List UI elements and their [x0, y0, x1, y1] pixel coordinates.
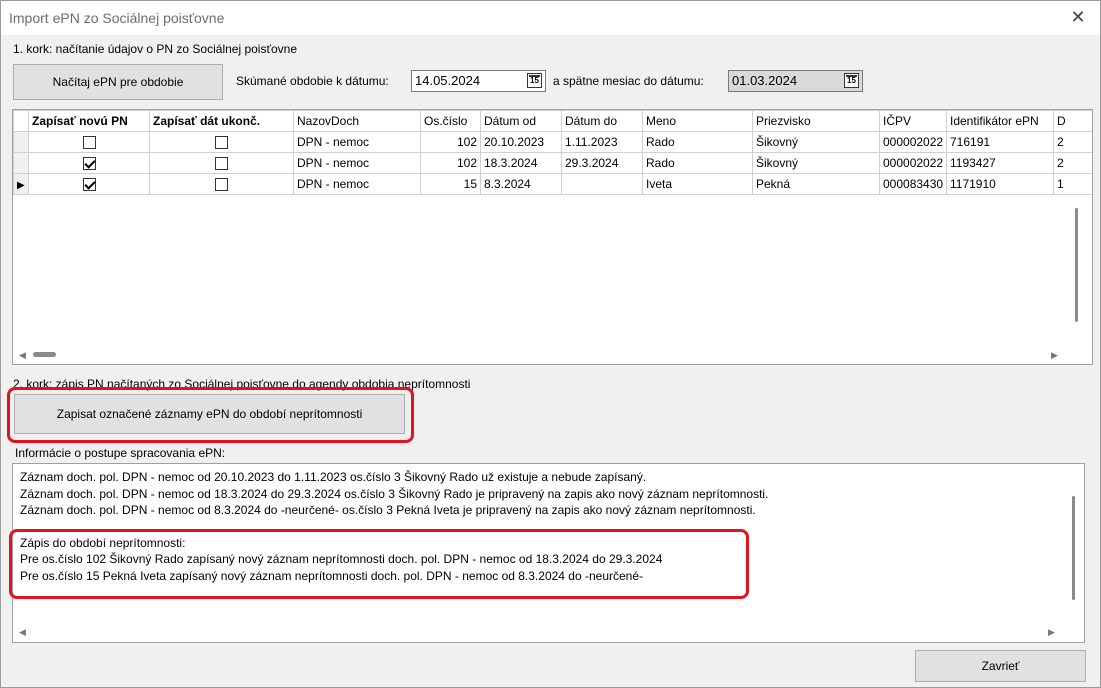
- table-cell-nazov: DPN - nemoc: [293, 173, 421, 195]
- step1-label: 1. kork: načítanie údajov o PN zo Sociál…: [13, 42, 297, 56]
- table-cell-d: 1: [1053, 173, 1092, 195]
- col-meno[interactable]: Meno: [642, 110, 753, 132]
- date-label: Skúmané obdobie k dátumu:: [236, 74, 389, 88]
- close-icon[interactable]: ✕: [1068, 7, 1088, 27]
- info-label: Informácie o postupe spracovania ePN:: [15, 446, 226, 460]
- table-cell-do: 29.3.2024: [561, 152, 643, 174]
- close-button[interactable]: Zavrieť: [915, 650, 1086, 682]
- col-os-cislo[interactable]: Os.číslo: [420, 110, 481, 132]
- checkbox-cell: [149, 131, 294, 153]
- current-row-arrow-icon: ▶: [17, 180, 25, 191]
- table-cell-od: 8.3.2024: [480, 173, 562, 195]
- table-cell-epn: 716191: [946, 131, 1054, 153]
- col-d[interactable]: D: [1053, 110, 1092, 132]
- table-cell-priezvisko: Šikovný: [752, 131, 880, 153]
- table-cell-os: 15: [420, 173, 481, 195]
- date-picker[interactable]: 14.05.2024 15: [411, 70, 546, 92]
- date-value: 14.05.2024: [415, 73, 481, 88]
- end-date-checkbox[interactable]: [215, 136, 228, 150]
- checkbox-cell: [28, 173, 150, 195]
- table-cell-od: 20.10.2023: [480, 131, 562, 153]
- table-cell-epn: 1193427: [946, 152, 1054, 174]
- row-selector[interactable]: ▶: [13, 173, 29, 195]
- table-cell-do: [561, 173, 643, 195]
- grid-horizontal-scrollbar[interactable]: [33, 352, 56, 357]
- new-pn-checkbox[interactable]: [82, 136, 96, 150]
- table-cell-icpv: 000083430: [879, 173, 947, 195]
- table-cell-priezvisko: Pekná: [752, 173, 880, 195]
- table-cell-priezvisko: Šikovný: [752, 152, 880, 174]
- grid-header: Zapísať novú PN Zapísať dát ukonč. Nazov…: [13, 110, 1092, 132]
- scroll-left-icon[interactable]: ◀: [19, 350, 26, 361]
- checkbox-cell: [149, 173, 294, 195]
- log-vertical-scrollbar[interactable]: [1072, 496, 1075, 600]
- table-row[interactable]: ▶ DPN - nemoc 15 8.3.2024 Iveta Pekná 00008343…: [13, 173, 1092, 195]
- table-cell-meno: Iveta: [642, 173, 753, 195]
- calendar-icon: 15: [844, 73, 859, 88]
- grid-vertical-scrollbar[interactable]: [1075, 208, 1078, 322]
- table-cell-meno: Rado: [642, 131, 753, 153]
- highlight-result-lines: [9, 529, 749, 599]
- col-icpv[interactable]: IČPV: [879, 110, 947, 132]
- row-selector[interactable]: [13, 152, 29, 174]
- end-date-checkbox[interactable]: [215, 178, 228, 192]
- table-cell-os: 102: [420, 131, 481, 153]
- window-title: Import ePN zo Sociálnej poisťovne: [9, 10, 225, 26]
- table-cell-d: 2: [1053, 131, 1092, 153]
- table-cell-nazov: DPN - nemoc: [293, 131, 421, 153]
- new-pn-checkbox[interactable]: [82, 178, 96, 192]
- table-cell-icpv: 000002022: [879, 152, 947, 174]
- table-row[interactable]: DPN - nemoc 102 20.10.2023 1.11.2023 Rado Šik…: [13, 131, 1092, 153]
- table-cell-meno: Rado: [642, 152, 753, 174]
- table-cell-epn: 1171910: [946, 173, 1054, 195]
- table-cell-icpv: 000002022: [879, 131, 947, 153]
- scroll-right-icon[interactable]: ▶: [1051, 350, 1058, 361]
- table-cell-do: 1.11.2023: [561, 131, 643, 153]
- col-datum-do[interactable]: Dátum do: [561, 110, 643, 132]
- table-cell-os: 102: [420, 152, 481, 174]
- table-cell-od: 18.3.2024: [480, 152, 562, 174]
- col-datum-od[interactable]: Dátum od: [480, 110, 562, 132]
- back-date-value: 01.03.2024: [732, 73, 798, 88]
- row-selector-header: [13, 110, 29, 132]
- col-new-pn[interactable]: Zapísať novú PN: [28, 110, 150, 132]
- log-line: Záznam doch. pol. DPN - nemoc od 8.3.202…: [20, 503, 756, 517]
- new-pn-checkbox[interactable]: [82, 157, 96, 171]
- checkbox-cell: [149, 152, 294, 174]
- load-epn-button[interactable]: Načítaj ePN pre obdobie: [13, 64, 223, 100]
- back-date-picker: 01.03.2024 15: [728, 70, 863, 92]
- back-date-label: a spätne mesiac do dátumu:: [553, 74, 704, 88]
- log-line: Záznam doch. pol. DPN - nemoc od 18.3.20…: [20, 487, 769, 501]
- epn-grid[interactable]: Zapísať novú PN Zapísať dát ukonč. Nazov…: [12, 109, 1093, 365]
- scroll-left-icon[interactable]: ◀: [19, 627, 26, 638]
- col-end-date[interactable]: Zapísať dát ukonč.: [149, 110, 294, 132]
- table-row[interactable]: DPN - nemoc 102 18.3.2024 29.3.2024 Rado Šiko…: [13, 152, 1092, 174]
- calendar-icon[interactable]: 15: [527, 73, 542, 88]
- write-epn-button[interactable]: Zapisat označené záznamy ePN do období n…: [14, 394, 405, 434]
- table-cell-nazov: DPN - nemoc: [293, 152, 421, 174]
- log-line: Záznam doch. pol. DPN - nemoc od 20.10.2…: [20, 470, 647, 484]
- scroll-right-icon[interactable]: ▶: [1048, 627, 1055, 638]
- table-cell-d: 2: [1053, 152, 1092, 174]
- end-date-checkbox[interactable]: [215, 157, 228, 171]
- col-priezvisko[interactable]: Priezvisko: [752, 110, 880, 132]
- import-epn-dialog: Import ePN zo Sociálnej poisťovne ✕ 1. k…: [0, 0, 1101, 688]
- col-nazov[interactable]: NazovDoch: [293, 110, 421, 132]
- col-epn-id[interactable]: Identifikátor ePN: [946, 110, 1054, 132]
- row-selector[interactable]: [13, 131, 29, 153]
- title-bar: Import ePN zo Sociálnej poisťovne ✕: [1, 1, 1100, 35]
- checkbox-cell: [28, 152, 150, 174]
- checkbox-cell: [28, 131, 150, 153]
